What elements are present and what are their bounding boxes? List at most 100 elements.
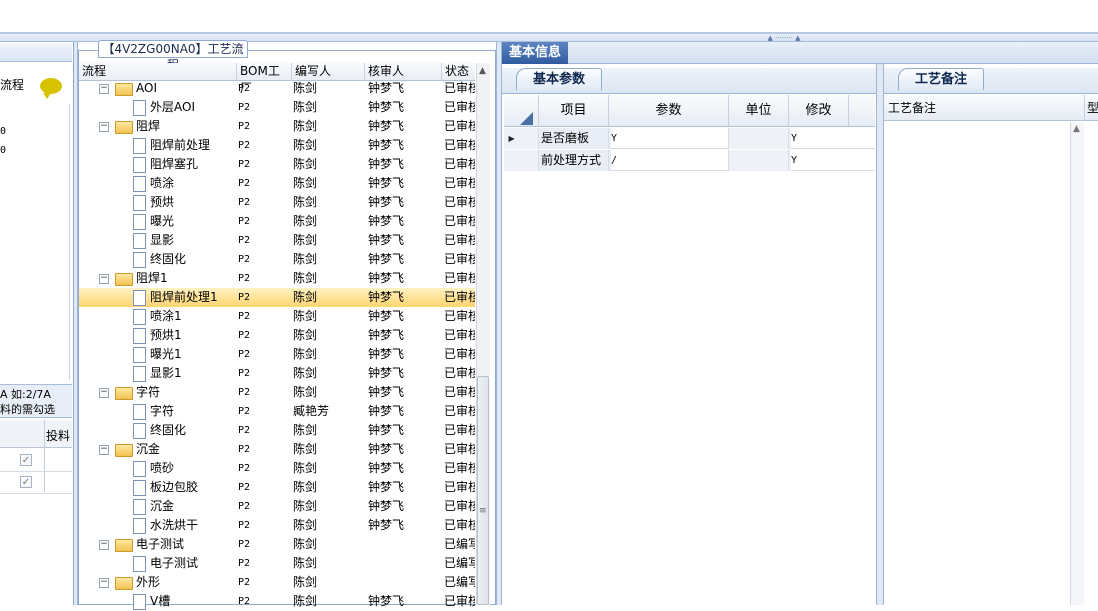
tree-row[interactable]: 终固化 P2 陈剑 钟梦飞 已审核 <box>79 250 475 269</box>
tree-row[interactable]: 喷砂 P2 陈剑 钟梦飞 已审核 <box>79 459 475 478</box>
left-grid-column-feed[interactable]: 投料 <box>46 427 72 444</box>
tree-row[interactable]: 喷涂1 P2 陈剑 钟梦飞 已审核 <box>79 307 475 326</box>
tree-row-writer: 陈剑 <box>293 157 318 171</box>
tree-row-status: 已审核 <box>444 480 475 494</box>
collapse-icon[interactable]: − <box>99 540 109 550</box>
scroll-up-icon[interactable]: ▲ <box>1073 124 1080 134</box>
folder-icon <box>115 121 133 134</box>
collapse-icon[interactable]: − <box>99 445 109 455</box>
left-pane-header <box>0 44 72 62</box>
params-row[interactable]: 前处理方式 / Y <box>504 150 875 171</box>
tree-row-reviewer: 钟梦飞 <box>368 214 405 228</box>
tree-row-writer: 陈剑 <box>293 81 318 95</box>
tree-row-name: 喷涂1 <box>150 309 182 323</box>
tree-row[interactable]: 曝光 P2 陈剑 钟梦飞 已审核 <box>79 212 475 231</box>
process-flow-tab[interactable]: 【4V2ZG00NA0】工艺流程 <box>98 40 248 72</box>
tree-row-name: 外形 <box>136 575 161 589</box>
collapse-icon[interactable]: − <box>99 84 109 94</box>
left-divider <box>69 104 70 380</box>
tree-row[interactable]: V槽 P2 陈剑 钟梦飞 已审核 <box>79 592 475 611</box>
tree-row[interactable]: 阻焊塞孔 P2 陈剑 钟梦飞 已审核 <box>79 155 475 174</box>
tree-row-status: 已审核 <box>444 119 475 133</box>
left-number: 0 <box>0 126 7 137</box>
notes-column-header-2[interactable]: 型 <box>1084 95 1098 121</box>
tree-row-name: 喷砂 <box>150 461 175 475</box>
tree-row[interactable]: 外层AOI P2 陈剑 钟梦飞 已审核 <box>79 98 475 117</box>
scroll-up-icon[interactable]: ▲ <box>479 66 486 76</box>
param-unit[interactable] <box>728 150 791 171</box>
param-unit[interactable] <box>728 128 791 149</box>
tree-row[interactable]: 预烘1 P2 陈剑 钟梦飞 已审核 <box>79 326 475 345</box>
tab-basic-params[interactable]: 基本参数 <box>516 68 602 90</box>
tree-row[interactable]: 电子测试 P2 陈剑 已编写 <box>79 554 475 573</box>
tree-row-reviewer: 钟梦飞 <box>368 271 405 285</box>
tree-row[interactable]: 阻焊前处理1 P2 陈剑 钟梦飞 已审核 <box>79 288 475 307</box>
tree-row[interactable]: 水洗烘干 P2 陈剑 钟梦飞 已审核 <box>79 516 475 535</box>
tree-row-name: 电子测试 <box>136 537 185 551</box>
feed-checkbox[interactable]: ✓ <box>20 476 32 488</box>
params-row[interactable]: ▶ 是否磨板 Y Y <box>504 128 875 149</box>
tree-row-writer: 陈剑 <box>293 195 318 209</box>
feed-checkbox[interactable]: ✓ <box>20 454 32 466</box>
tree-row-status: 已审核 <box>444 594 475 608</box>
tree-row[interactable]: 预烘 P2 陈剑 钟梦飞 已审核 <box>79 193 475 212</box>
tab-basic-info[interactable]: 基本信息 <box>502 42 568 64</box>
column-header-unit[interactable]: 单位 <box>728 95 788 127</box>
tree-row[interactable]: − 阻焊1 P2 陈剑 钟梦飞 已审核 <box>79 269 475 288</box>
left-grid-row[interactable]: ✓ <box>0 450 72 472</box>
collapse-icon[interactable]: − <box>99 274 109 284</box>
left-grid-row[interactable]: ✓ <box>0 472 72 494</box>
tree-row-writer: 陈剑 <box>293 252 318 266</box>
tree-row-reviewer <box>368 535 438 554</box>
splitter-grip-icon[interactable]: ▲ ········ ▲ <box>752 35 816 42</box>
tree-row[interactable]: − 字符 P2 陈剑 钟梦飞 已审核 <box>79 383 475 402</box>
tree-row-status: 已审核 <box>444 233 475 247</box>
collapse-icon[interactable]: − <box>99 578 109 588</box>
tree-row[interactable]: − 阻焊 P2 陈剑 钟梦飞 已审核 <box>79 117 475 136</box>
notes-scrollbar[interactable]: ▲ <box>1070 122 1084 605</box>
param-item: 前处理方式 <box>538 150 611 171</box>
param-value[interactable]: Y <box>608 128 731 149</box>
tree-row[interactable]: 显影 P2 陈剑 钟梦飞 已审核 <box>79 231 475 250</box>
tree-row[interactable]: − AOI P2 陈剑 钟梦飞 已审核 <box>79 79 475 98</box>
tree-row[interactable]: 终固化 P2 陈剑 钟梦飞 已审核 <box>79 421 475 440</box>
notes-column-header[interactable]: 工艺备注 <box>888 95 936 121</box>
tree-row[interactable]: − 电子测试 P2 陈剑 已编写 <box>79 535 475 554</box>
tree-row[interactable]: 板边包胶 P2 陈剑 钟梦飞 已审核 <box>79 478 475 497</box>
tree-row-reviewer: 钟梦飞 <box>368 518 405 532</box>
vertical-splitter-right[interactable] <box>876 64 884 605</box>
tree-row[interactable]: 喷涂 P2 陈剑 钟梦飞 已审核 <box>79 174 475 193</box>
tab-process-notes[interactable]: 工艺备注 <box>898 68 984 90</box>
tree-row[interactable]: 字符 P2 臧艳芳 钟梦飞 已审核 <box>79 402 475 421</box>
document-icon <box>133 499 146 515</box>
param-value[interactable]: / <box>608 150 731 171</box>
tree-row[interactable]: 沉金 P2 陈剑 钟梦飞 已审核 <box>79 497 475 516</box>
column-header-param[interactable]: 参数 <box>608 95 728 127</box>
tree-scrollbar-thumb[interactable]: ≡ <box>477 376 489 605</box>
param-item: 是否磨板 <box>538 128 611 149</box>
tree-row-status: 已审核 <box>444 100 475 114</box>
param-modify[interactable]: Y <box>788 128 851 149</box>
column-header-modify[interactable]: 修改 <box>788 95 848 127</box>
param-modify[interactable]: Y <box>788 150 851 171</box>
tree-row-name: 阻焊1 <box>136 271 168 285</box>
comment-bubble-icon[interactable] <box>40 78 62 99</box>
tree-row[interactable]: − 外形 P2 陈剑 已编写 <box>79 573 475 592</box>
collapse-icon[interactable]: − <box>99 388 109 398</box>
document-icon <box>133 461 146 477</box>
tree-row[interactable]: − 沉金 P2 陈剑 钟梦飞 已审核 <box>79 440 475 459</box>
notes-textarea[interactable] <box>886 122 1084 605</box>
tree-row-reviewer: 钟梦飞 <box>368 157 405 171</box>
tree-row-status: 已审核 <box>444 138 475 152</box>
tree-row-status: 已审核 <box>444 442 475 456</box>
column-header-item[interactable]: 项目 <box>538 95 608 127</box>
tree-row[interactable]: 阻焊前处理 P2 陈剑 钟梦飞 已审核 <box>79 136 475 155</box>
tree-row-writer: 陈剑 <box>293 385 318 399</box>
tree-row[interactable]: 曝光1 P2 陈剑 钟梦飞 已审核 <box>79 345 475 364</box>
tree-row-bom: P2 <box>238 83 251 94</box>
tree-row-name: 板边包胶 <box>150 480 199 494</box>
select-all-corner-icon[interactable] <box>520 112 533 125</box>
tree-row-bom: P2 <box>238 596 251 607</box>
collapse-icon[interactable]: − <box>99 122 109 132</box>
tree-row[interactable]: 显影1 P2 陈剑 钟梦飞 已审核 <box>79 364 475 383</box>
